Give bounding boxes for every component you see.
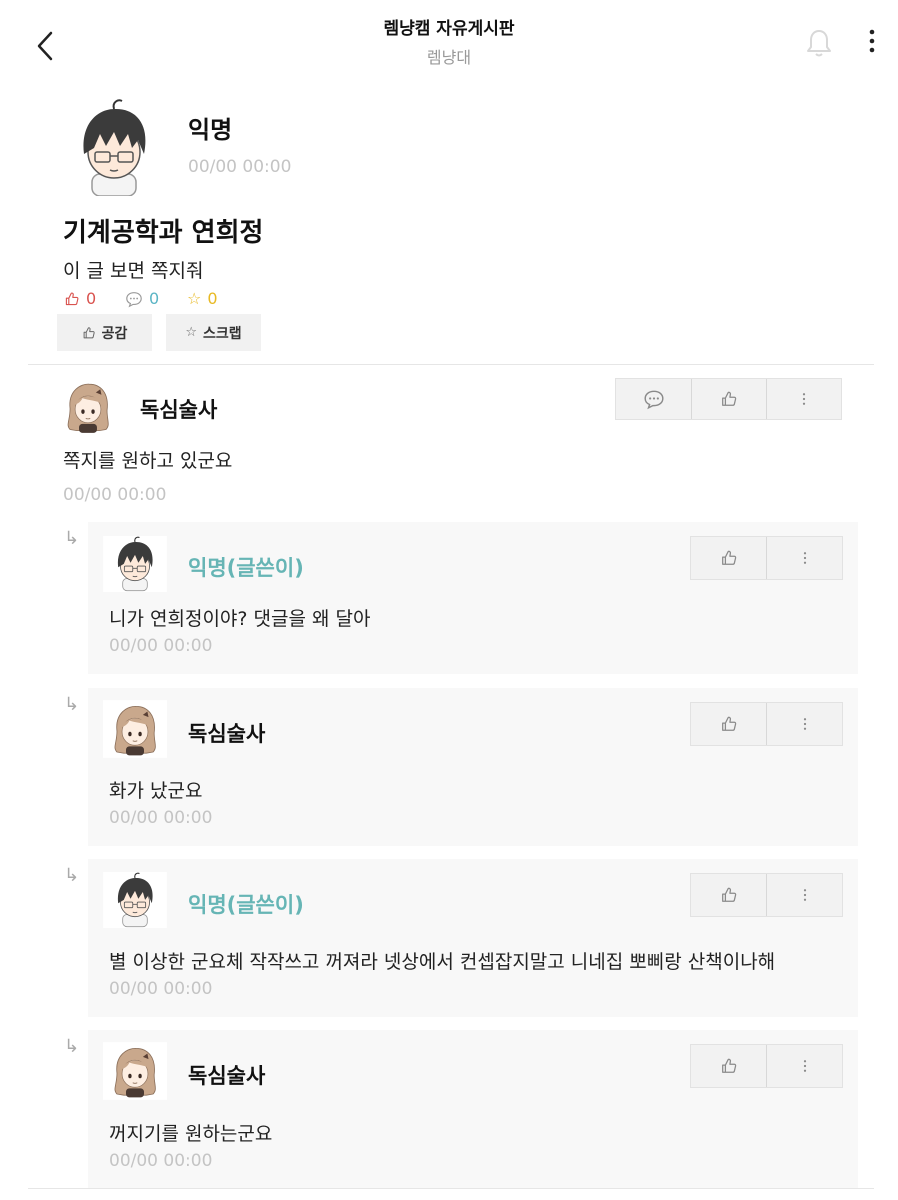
post-timestamp: 00/00 00:00 — [188, 157, 292, 177]
reply-like-button[interactable] — [691, 537, 766, 579]
post-divider — [28, 364, 874, 365]
reply-author-name: 익명(글쓴이) — [188, 556, 304, 580]
scrap-count: ☆ 0 — [187, 289, 218, 308]
thumbs-up-icon — [64, 291, 80, 307]
reply-more-button[interactable] — [766, 1045, 842, 1087]
reply-actions — [690, 873, 843, 917]
post-author-name: 익명 — [188, 116, 233, 144]
comment-actions — [615, 378, 842, 420]
reply-timestamp: 00/00 00:00 — [109, 979, 213, 999]
reply-body: 니가 연희정이야? 댓글을 왜 달아 — [109, 608, 371, 630]
more-menu-button[interactable] — [860, 26, 884, 56]
school-name: 렘냥대 — [426, 48, 472, 67]
more-vertical-icon — [796, 390, 812, 408]
reply-timestamp: 00/00 00:00 — [109, 808, 213, 828]
reply-author-avatar — [103, 1042, 167, 1100]
comment-author-name: 독심술사 — [140, 398, 218, 422]
more-vertical-icon — [797, 715, 813, 733]
comment-timestamp: 00/00 00:00 — [63, 485, 167, 505]
comment-body: 쪽지를 원하고 있군요 — [63, 450, 233, 472]
reply-author-avatar — [103, 872, 167, 928]
reply-like-button[interactable] — [691, 874, 766, 916]
bell-icon — [807, 30, 831, 57]
reply-body: 화가 났군요 — [109, 780, 203, 802]
reply-body: 꺼지기를 원하는군요 — [109, 1123, 273, 1145]
like-button[interactable]: 공감 — [57, 314, 152, 351]
comment-count: 0 — [125, 289, 159, 308]
thumbs-up-icon — [720, 1057, 738, 1075]
comment-more-button[interactable] — [766, 379, 841, 419]
thumbs-up-icon — [82, 326, 96, 340]
reply-author-name: 독심술사 — [188, 722, 266, 746]
thumbs-up-icon — [720, 390, 738, 408]
reply-author-name: 익명(글쓴이) — [188, 893, 304, 917]
post-author-avatar — [64, 96, 164, 196]
list-bottom-divider — [28, 1188, 874, 1189]
reply-author-avatar — [103, 700, 167, 758]
reply-timestamp: 00/00 00:00 — [109, 1151, 213, 1171]
reply-author-avatar — [103, 536, 167, 592]
thumbs-up-icon — [720, 549, 738, 567]
more-vertical-icon — [797, 549, 813, 567]
thumbs-up-icon — [720, 715, 738, 733]
reply-body: 별 이상한 군요체 작작쓰고 꺼져라 넷상에서 컨셉잡지말고 니네집 뽀삐랑 산… — [109, 951, 776, 973]
star-icon: ☆ — [185, 325, 197, 340]
reply-button[interactable] — [616, 379, 691, 419]
reply-author-name: 독심술사 — [188, 1064, 266, 1088]
reply-like-button[interactable] — [691, 1045, 766, 1087]
reply-actions — [690, 702, 843, 746]
comment-like-button[interactable] — [691, 379, 766, 419]
reply-timestamp: 00/00 00:00 — [109, 636, 213, 656]
reply-more-button[interactable] — [766, 703, 842, 745]
reply-more-button[interactable] — [766, 537, 842, 579]
reply-arrow-icon: ↳ — [64, 528, 80, 549]
reply-more-button[interactable] — [766, 874, 842, 916]
like-count: 0 — [64, 289, 96, 308]
comment-bubble-icon — [125, 290, 143, 308]
thumbs-up-icon — [720, 886, 738, 904]
post-title: 기계공학과 연희정 — [63, 218, 264, 248]
reply-actions — [690, 536, 843, 580]
board-title: 렘냥캠 자유게시판 — [383, 19, 515, 39]
more-vertical-icon — [797, 1057, 813, 1075]
more-vertical-icon — [869, 29, 875, 53]
comment-author-avatar — [60, 378, 116, 434]
star-icon: ☆ — [187, 289, 202, 308]
notification-button[interactable] — [802, 26, 836, 60]
reply-arrow-icon: ↳ — [64, 1036, 80, 1057]
reply-actions — [690, 1044, 843, 1088]
more-vertical-icon — [797, 886, 813, 904]
reply-like-button[interactable] — [691, 703, 766, 745]
reply-arrow-icon: ↳ — [64, 694, 80, 715]
reply-arrow-icon: ↳ — [64, 865, 80, 886]
comment-bubble-icon — [643, 388, 665, 410]
post-body: 이 글 보면 쪽지줘 — [63, 260, 204, 282]
scrap-button[interactable]: ☆ 스크랩 — [166, 314, 261, 351]
